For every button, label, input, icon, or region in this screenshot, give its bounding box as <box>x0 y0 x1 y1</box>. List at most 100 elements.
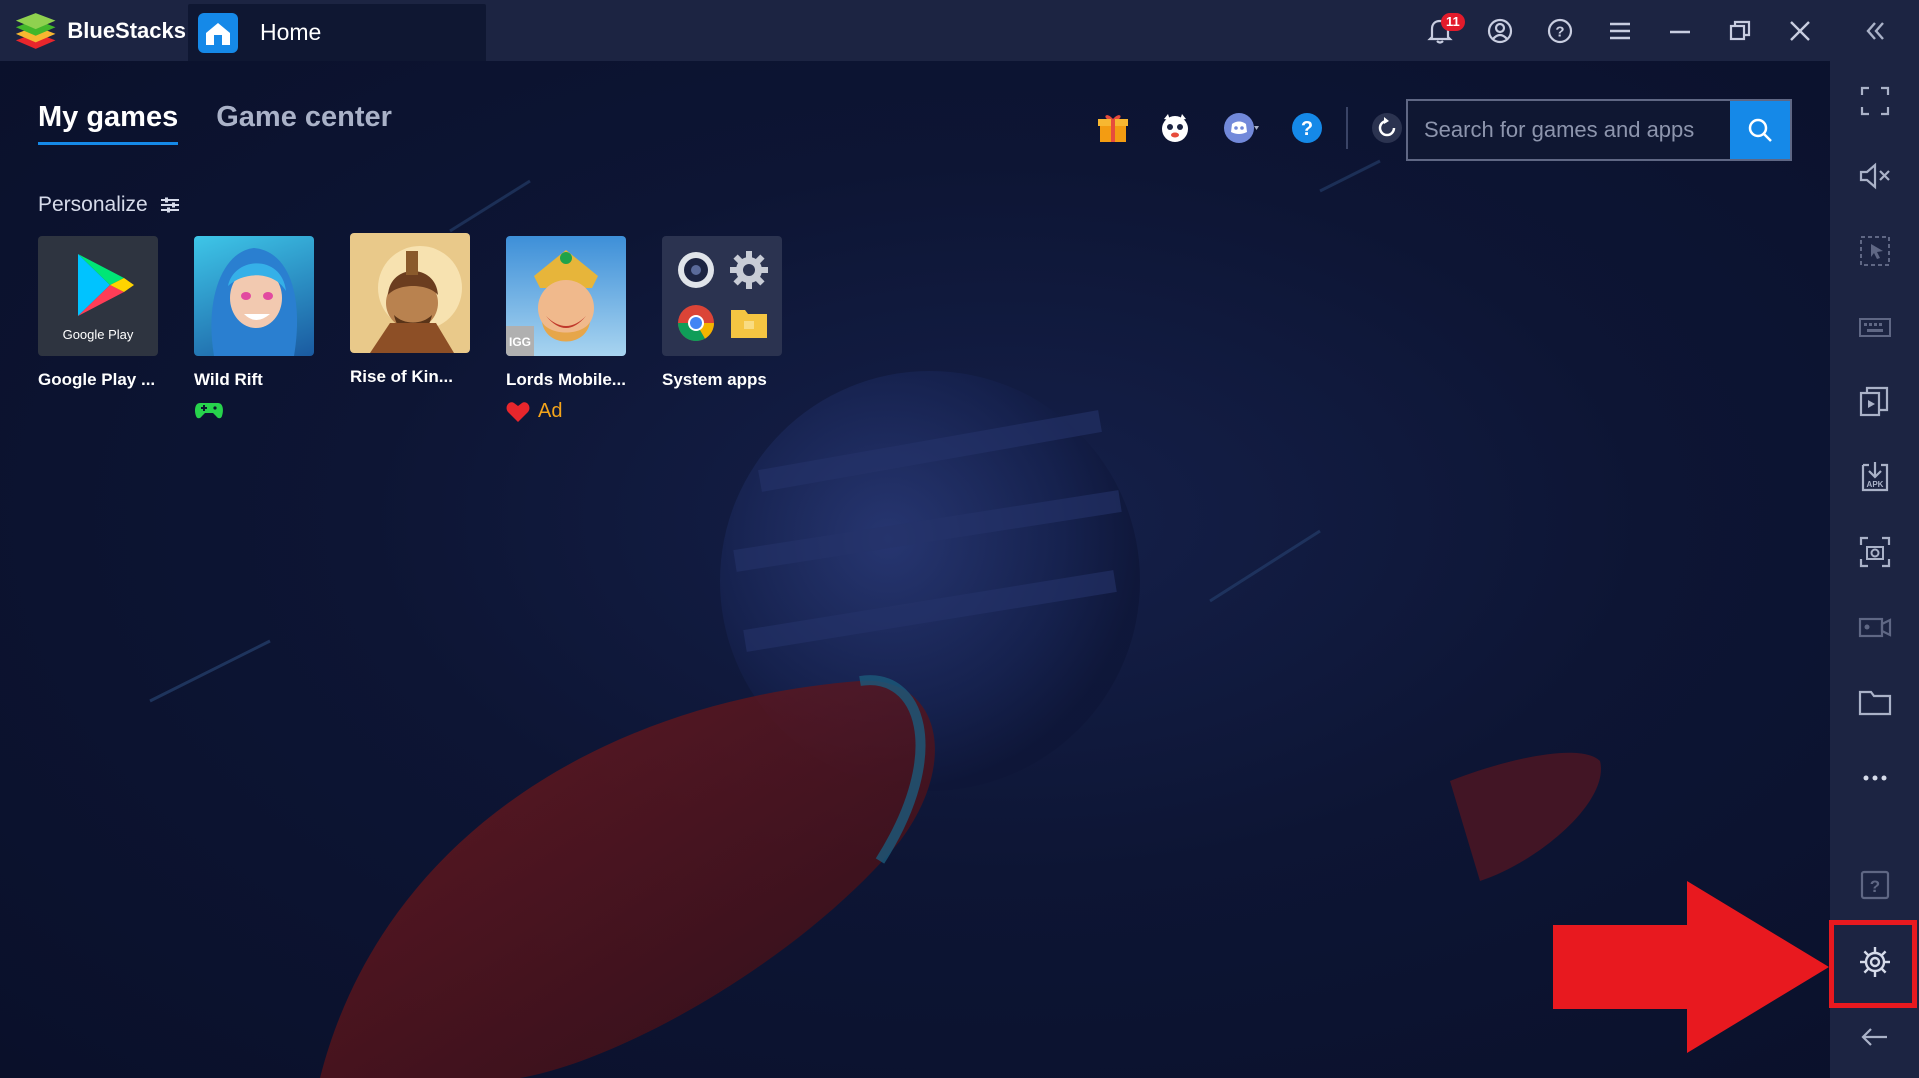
lords-mobile-tile[interactable]: IGG <box>506 236 626 356</box>
svg-text:Google Play: Google Play <box>63 327 134 342</box>
multi-instance-button[interactable] <box>1830 372 1919 432</box>
window-controls: 11 ? <box>1410 0 1830 61</box>
gift-button[interactable] <box>1082 106 1144 150</box>
volume-button[interactable] <box>1830 146 1919 206</box>
record-icon <box>1858 617 1891 638</box>
personalize-label: Personalize <box>38 193 148 216</box>
wild-rift-tile[interactable] <box>194 236 314 356</box>
mascot-button[interactable] <box>1144 106 1206 150</box>
back-button[interactable] <box>1830 1007 1919 1067</box>
heart-icon <box>506 401 530 422</box>
record-button[interactable] <box>1830 597 1919 657</box>
refresh-icon <box>1372 113 1402 143</box>
close-button[interactable] <box>1770 0 1830 61</box>
google-play-icon: Google Play <box>63 254 134 342</box>
game-name: Lords Mobile... <box>506 370 626 389</box>
notification-badge: 11 <box>1441 13 1465 31</box>
camera-app-icon <box>672 246 719 294</box>
settings-button[interactable] <box>1830 932 1919 992</box>
title-bar: BlueStacks Home 11 ? <box>0 0 1830 61</box>
apk-install-button[interactable]: APK <box>1830 447 1919 507</box>
right-sidebar: APK ? <box>1830 0 1919 1078</box>
more-button[interactable] <box>1830 748 1919 808</box>
minimize-icon <box>1670 30 1690 33</box>
account-button[interactable] <box>1470 0 1530 61</box>
help-button[interactable]: ? <box>1530 0 1590 61</box>
search-button[interactable] <box>1730 101 1790 159</box>
search-input[interactable] <box>1408 101 1730 159</box>
game-name: Wild Rift <box>194 370 263 389</box>
keyboard-icon <box>1858 318 1891 337</box>
back-icon <box>1860 1028 1887 1046</box>
search-box <box>1406 99 1792 161</box>
tab-my-games[interactable]: My games <box>38 101 179 145</box>
discord-button[interactable] <box>1206 106 1276 150</box>
screenshot-button[interactable] <box>1830 522 1919 582</box>
rise-of-kingdoms-tile[interactable] <box>350 233 470 353</box>
restore-icon <box>1729 20 1751 40</box>
sidebar-help-button[interactable]: ? <box>1830 855 1919 915</box>
apk-install-icon: APK <box>1861 462 1888 492</box>
rise-of-kingdoms-icon <box>370 246 462 353</box>
tab-home-label: Home <box>260 19 322 45</box>
ad-badge: Ad <box>506 400 662 423</box>
main-tabs: My games Game center <box>38 101 392 145</box>
game-name: Rise of Kin... <box>350 367 453 386</box>
tab-home[interactable]: Home <box>188 4 486 61</box>
fullscreen-icon <box>1860 86 1889 116</box>
chrome-app-icon <box>672 300 719 346</box>
ad-label: Ad <box>538 400 563 422</box>
tab-game-center[interactable]: Game center <box>216 101 392 145</box>
minimize-button[interactable] <box>1650 0 1710 61</box>
fullscreen-button[interactable] <box>1830 71 1919 131</box>
more-icon <box>1863 775 1886 781</box>
wild-rift-icon <box>211 248 298 356</box>
close-icon <box>1790 20 1810 41</box>
game-item[interactable]: IGG Lords Mobile... Ad <box>506 236 662 423</box>
pointer-button[interactable] <box>1830 221 1919 281</box>
gamepad-icon <box>195 403 223 419</box>
account-icon <box>1487 18 1513 43</box>
collapse-icon <box>1865 22 1884 40</box>
system-apps-tile[interactable] <box>662 236 782 356</box>
svg-text:?: ? <box>1301 118 1313 140</box>
hamburger-menu-icon <box>1610 22 1630 39</box>
sliders-icon <box>160 197 179 213</box>
mascot-icon <box>1162 114 1188 142</box>
google-play-tile[interactable]: Google Play <box>38 236 158 356</box>
menu-button[interactable] <box>1590 0 1650 61</box>
keyboard-button[interactable] <box>1830 297 1919 357</box>
files-app-icon <box>725 300 772 346</box>
game-item[interactable]: Google Play Google Play ... <box>38 236 194 423</box>
app-name: BlueStacks <box>67 17 186 43</box>
toolbar-divider <box>1346 107 1348 149</box>
svg-text:IGG: IGG <box>509 335 531 349</box>
folder-icon <box>1858 690 1891 716</box>
games-list: Google Play Google Play ... Wild Rift Ri… <box>38 233 818 423</box>
brand: BlueStacks <box>0 0 186 61</box>
gift-icon <box>1098 115 1128 142</box>
bluestacks-logo-icon <box>15 12 56 49</box>
settings-app-icon <box>725 246 772 294</box>
settings-icon <box>1859 947 1890 977</box>
help-circle-icon: ? <box>1547 18 1573 43</box>
screenshot-icon <box>1859 536 1890 568</box>
svg-text:?: ? <box>1555 23 1564 40</box>
game-item[interactable]: Rise of Kin... <box>350 233 506 423</box>
multi-instance-icon <box>1859 386 1888 417</box>
discord-icon <box>1224 113 1259 143</box>
personalize-button[interactable]: Personalize <box>38 193 180 217</box>
notifications-button[interactable]: 11 <box>1410 0 1470 61</box>
svg-text:APK: APK <box>1866 480 1883 489</box>
help-icon: ? <box>1292 113 1322 143</box>
folder-button[interactable] <box>1830 672 1919 732</box>
volume-mute-icon <box>1859 162 1890 190</box>
home-icon <box>198 12 238 53</box>
collapse-sidebar-button[interactable] <box>1830 1 1919 61</box>
help-button[interactable]: ? <box>1276 106 1338 150</box>
game-badge <box>194 400 350 420</box>
restore-button[interactable] <box>1710 0 1770 61</box>
game-item[interactable]: Wild Rift <box>194 236 350 423</box>
red-arrow-annotation <box>1553 881 1829 1053</box>
game-item[interactable]: System apps <box>662 236 818 423</box>
